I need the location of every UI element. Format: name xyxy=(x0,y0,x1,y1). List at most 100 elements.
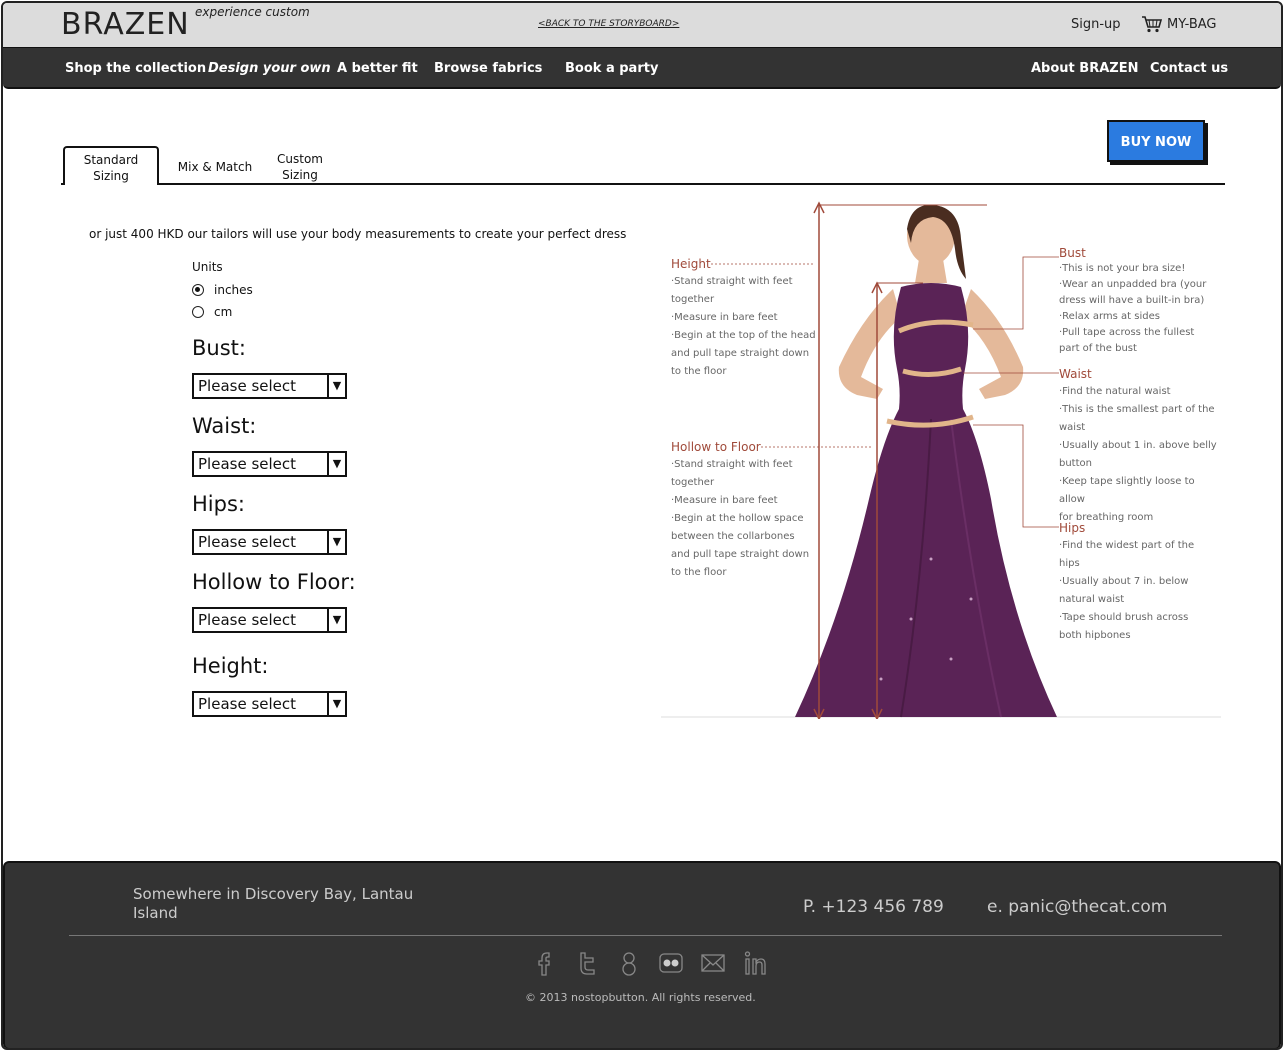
footer-phone: P. +123 456 789 xyxy=(803,897,944,917)
tab-standard-label-1: Standard xyxy=(83,153,139,167)
bust-notes-title: Bust xyxy=(1059,246,1086,260)
radio-inches-dot[interactable] xyxy=(192,284,204,296)
hips-note-line: hips xyxy=(1059,558,1080,569)
chevron-down-icon[interactable]: ▼ xyxy=(327,375,345,397)
radio-cm[interactable]: cm xyxy=(192,305,232,319)
nav-design-your-own[interactable]: Design your own xyxy=(208,61,331,76)
social-links xyxy=(531,949,769,977)
bust-note-line: dress will have a built-in bra) xyxy=(1059,295,1205,306)
tab-custom-sizing[interactable]: Custom Sizing xyxy=(265,151,335,183)
radio-inches-label: inches xyxy=(214,283,253,297)
hips-select-value: Please select xyxy=(198,533,297,551)
brand-logo[interactable]: BRAZEN xyxy=(61,7,190,42)
waist-note-line: ·Keep tape slightly loose to allow xyxy=(1059,476,1195,505)
tab-standard-sizing[interactable]: Standard Sizing xyxy=(63,146,159,185)
radio-inches[interactable]: inches xyxy=(192,283,253,297)
footer-email[interactable]: e. panic@thecat.com xyxy=(987,897,1167,917)
hollow-floor-select[interactable]: Please select ▼ xyxy=(192,607,347,633)
bust-note-line: ·Relax arms at sides xyxy=(1059,311,1160,322)
height-note-line: together xyxy=(671,294,715,305)
nav-contact[interactable]: Contact us xyxy=(1150,61,1228,76)
bag-label: MY-BAG xyxy=(1167,16,1217,32)
bust-select-value: Please select xyxy=(198,377,297,395)
nav-shop-collection[interactable]: Shop the collection xyxy=(65,61,206,76)
footer-divider xyxy=(69,935,1222,936)
height-select-value: Please select xyxy=(198,695,297,713)
hollow-note-line: ·Measure in bare feet xyxy=(671,495,778,506)
hips-note-line: both hipbones xyxy=(1059,630,1131,641)
bust-note-line: part of the bust xyxy=(1059,343,1137,354)
waist-note-line: ·Usually about 1 in. above belly xyxy=(1059,440,1217,451)
height-note-line: ·Stand straight with feet xyxy=(671,276,793,287)
hollow-floor-select-value: Please select xyxy=(198,611,297,629)
chevron-down-icon[interactable]: ▼ xyxy=(327,609,345,631)
nav-about[interactable]: About BRAZEN xyxy=(1031,61,1138,76)
linkedin-icon[interactable] xyxy=(741,949,769,977)
intro-text: or just 400 HKD our tailors will use you… xyxy=(89,227,627,241)
bust-notes: Bust ·This is not your bra size! ·Wear a… xyxy=(1059,245,1206,357)
top-bar: BRAZEN experience custom <BACK TO THE ST… xyxy=(3,3,1281,47)
hips-notes: Hips ·Find the widest part of the hips ·… xyxy=(1059,519,1194,645)
waist-select-value: Please select xyxy=(198,455,297,473)
chevron-down-icon[interactable]: ▼ xyxy=(327,693,345,715)
waist-note-line: waist xyxy=(1059,422,1086,433)
waist-notes-title: Waist xyxy=(1059,367,1092,381)
tab-custom-label-1: Custom xyxy=(277,152,323,166)
nav-browse-fabrics[interactable]: Browse fabrics xyxy=(434,61,542,76)
waist-note-line: ·This is the smallest part of the xyxy=(1059,404,1215,415)
footer-address: Somewhere in Discovery Bay, Lantau Islan… xyxy=(133,885,414,922)
height-label: Height: xyxy=(192,654,269,678)
bust-select[interactable]: Please select ▼ xyxy=(192,373,347,399)
height-note-line: ·Measure in bare feet xyxy=(671,312,778,323)
waist-label: Waist: xyxy=(192,414,257,438)
twitter-icon[interactable] xyxy=(573,949,601,977)
chevron-down-icon[interactable]: ▼ xyxy=(327,531,345,553)
brand-tagline: experience custom xyxy=(195,5,310,19)
hips-note-line: natural waist xyxy=(1059,594,1125,605)
cart-icon xyxy=(1142,16,1163,33)
sizing-tabs: Standard Sizing Mix & Match Custom Sizin… xyxy=(61,145,1225,185)
bust-note-line: ·Pull tape across the fullest xyxy=(1059,327,1195,338)
nav-better-fit[interactable]: A better fit xyxy=(337,61,418,76)
chevron-down-icon[interactable]: ▼ xyxy=(327,453,345,475)
tab-mix-label: Mix & Match xyxy=(177,160,253,174)
hollow-note-line: and pull tape straight down xyxy=(671,549,810,560)
bust-note-line: ·This is not your bra size! xyxy=(1059,263,1186,274)
hollow-note-line: between the collarbones xyxy=(671,531,795,542)
tab-standard-label-2: Sizing xyxy=(93,169,129,183)
height-select[interactable]: Please select ▼ xyxy=(192,691,347,717)
bust-note-line: ·Wear an unpadded bra (your xyxy=(1059,279,1207,290)
height-note-line: and pull tape straight down xyxy=(671,348,810,359)
waist-select[interactable]: Please select ▼ xyxy=(192,451,347,477)
googleplus-icon[interactable] xyxy=(615,949,643,977)
hollow-note-line: together xyxy=(671,477,715,488)
mail-icon[interactable] xyxy=(699,949,727,977)
footer: Somewhere in Discovery Bay, Lantau Islan… xyxy=(3,861,1281,1048)
waist-note-line: ·Find the natural waist xyxy=(1059,386,1171,397)
hips-note-line: ·Tape should brush across xyxy=(1059,612,1189,623)
tab-custom-label-2: Sizing xyxy=(282,168,318,182)
bust-label: Bust: xyxy=(192,336,246,360)
height-notes: Height ·Stand straight with feet togethe… xyxy=(671,255,816,381)
hollow-notes: Hollow to Floor ·Stand straight with fee… xyxy=(671,438,809,582)
waist-notes: Waist ·Find the natural waist ·This is t… xyxy=(1059,365,1221,527)
hips-note-line: ·Usually about 7 in. below xyxy=(1059,576,1189,587)
hips-select[interactable]: Please select ▼ xyxy=(192,529,347,555)
hips-note-line: ·Find the widest part of the xyxy=(1059,540,1195,551)
hollow-notes-title: Hollow to Floor xyxy=(671,440,761,454)
hollow-note-line: ·Stand straight with feet xyxy=(671,459,793,470)
bag-button[interactable]: MY-BAG xyxy=(1141,15,1217,33)
hollow-floor-label: Hollow to Floor: xyxy=(192,570,356,594)
facebook-icon[interactable] xyxy=(531,949,559,977)
signup-link[interactable]: Sign-up xyxy=(1071,17,1121,32)
storyboard-link[interactable]: <BACK TO THE STORYBOARD> xyxy=(538,19,679,29)
radio-cm-dot[interactable] xyxy=(192,306,204,318)
main-nav: Shop the collection Design your own A be… xyxy=(3,47,1281,89)
units-label: Units xyxy=(192,260,223,274)
nav-book-party[interactable]: Book a party xyxy=(565,61,658,76)
flickr-icon[interactable] xyxy=(657,949,685,977)
height-note-line: ·Begin at the top of the head xyxy=(671,330,816,341)
tab-mix-match[interactable]: Mix & Match xyxy=(165,159,265,175)
hips-notes-title: Hips xyxy=(1059,521,1086,535)
hollow-note-line: to the floor xyxy=(671,567,727,578)
